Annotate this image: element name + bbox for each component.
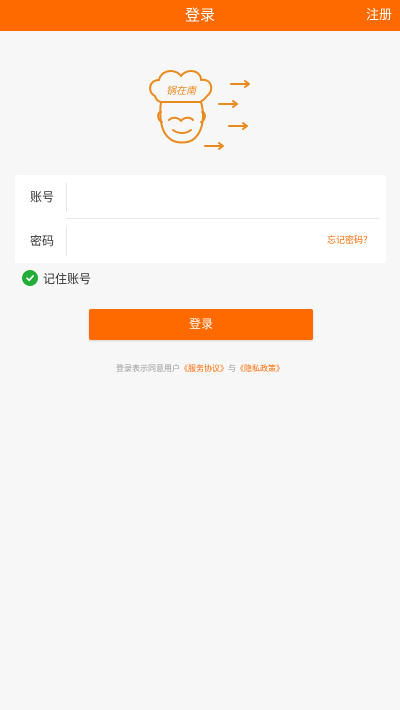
login-button[interactable]: 登录	[89, 309, 313, 340]
account-input[interactable]	[73, 183, 317, 213]
account-label: 账号	[30, 190, 55, 204]
privacy-policy-link[interactable]: 《隐私政策》	[236, 364, 284, 373]
account-row: 账号	[15, 175, 386, 219]
password-label: 密码	[30, 234, 55, 248]
agreement-prefix: 登录表示同意用户	[116, 364, 180, 373]
chef-logo: 锅在南	[143, 66, 263, 156]
top-bar: 登录 注册	[0, 0, 400, 31]
login-form: 账号 密码 忘记密码？	[15, 175, 386, 263]
service-agreement-link[interactable]: 《服务协议》	[180, 364, 228, 373]
password-input[interactable]	[73, 227, 317, 257]
agreement-text: 登录表示同意用户《服务协议》与《隐私政策》	[0, 363, 400, 374]
divider	[66, 183, 67, 212]
remember-account-toggle[interactable]: 记住账号	[22, 269, 91, 287]
password-row: 密码 忘记密码？	[15, 219, 386, 263]
remember-account-label: 记住账号	[43, 271, 92, 286]
page-title: 登录	[184, 6, 215, 24]
logo-text: 锅在南	[166, 85, 198, 97]
agreement-connector: 与	[228, 364, 236, 373]
forgot-password-link[interactable]: 忘记密码？	[327, 219, 372, 263]
chef-hat-icon: 锅在南	[149, 70, 250, 150]
register-button[interactable]: 注册	[366, 0, 392, 31]
checkmark-icon[interactable]	[22, 270, 38, 286]
divider	[66, 227, 67, 256]
